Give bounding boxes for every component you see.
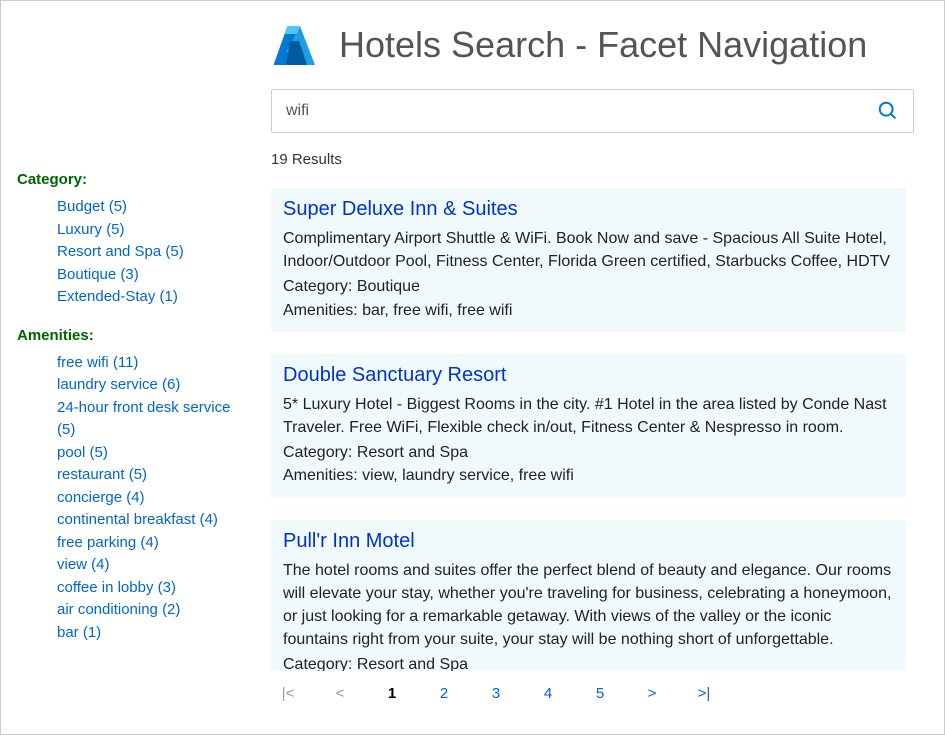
amenity-facet-item[interactable]: continental breakfast (4) <box>57 509 251 532</box>
amenity-facet-item[interactable]: pool (5) <box>57 442 251 465</box>
category-list: Budget (5)Luxury (5)Resort and Spa (5)Bo… <box>17 196 251 309</box>
amenity-facet-item[interactable]: view (4) <box>57 554 251 577</box>
page-number-button[interactable]: 4 <box>541 685 555 702</box>
page-first-button[interactable]: |< <box>281 685 295 702</box>
amenities-list: free wifi (11)laundry service (6)24-hour… <box>17 352 251 645</box>
azure-logo-icon <box>271 21 319 69</box>
amenity-facet-item[interactable]: coffee in lobby (3) <box>57 577 251 600</box>
search-box[interactable] <box>271 89 914 133</box>
result-category: Category: Resort and Spa <box>283 653 894 671</box>
amenity-facet-item[interactable]: free parking (4) <box>57 532 251 555</box>
result-card: Super Deluxe Inn & Suites Complimentary A… <box>271 188 906 332</box>
page-number-button[interactable]: 2 <box>437 685 451 702</box>
page-number-button[interactable]: 3 <box>489 685 503 702</box>
result-description: 5* Luxury Hotel - Biggest Rooms in the c… <box>283 393 894 439</box>
page-last-button[interactable]: >| <box>697 685 711 702</box>
page-title: Hotels Search - Facet Navigation <box>339 24 867 66</box>
amenity-facet-item[interactable]: concierge (4) <box>57 487 251 510</box>
category-facet-item[interactable]: Boutique (3) <box>57 264 251 287</box>
result-amenities: Amenities: view, laundry service, free w… <box>283 464 894 487</box>
amenity-facet-item[interactable]: laundry service (6) <box>57 374 251 397</box>
pagination: |< < 1 2 3 4 5 > >| <box>271 671 914 714</box>
amenity-facet-item[interactable]: restaurant (5) <box>57 464 251 487</box>
result-amenities: Amenities: bar, free wifi, free wifi <box>283 299 894 322</box>
amenity-facet-item[interactable]: free wifi (11) <box>57 352 251 375</box>
page-next-button[interactable]: > <box>645 685 659 702</box>
amenities-heading: Amenities: <box>17 327 251 344</box>
category-facet-item[interactable]: Luxury (5) <box>57 219 251 242</box>
results-list[interactable]: Super Deluxe Inn & Suites Complimentary A… <box>271 188 914 671</box>
result-card: Pull'r Inn Motel The hotel rooms and suit… <box>271 520 906 672</box>
results-count: 19 Results <box>271 151 914 168</box>
result-category: Category: Resort and Spa <box>283 441 894 464</box>
search-icon[interactable] <box>877 100 899 122</box>
amenity-facet-item[interactable]: bar (1) <box>57 622 251 645</box>
category-facet-item[interactable]: Budget (5) <box>57 196 251 219</box>
main-content: Hotels Search - Facet Navigation 19 Resu… <box>261 1 944 734</box>
result-title-link[interactable]: Super Deluxe Inn & Suites <box>283 198 894 221</box>
category-heading: Category: <box>17 171 251 188</box>
page-header: Hotels Search - Facet Navigation <box>271 21 914 69</box>
result-title-link[interactable]: Double Sanctuary Resort <box>283 364 894 387</box>
page-number-button[interactable]: 1 <box>385 685 399 702</box>
category-facet-item[interactable]: Extended-Stay (1) <box>57 286 251 309</box>
result-description: Complimentary Airport Shuttle & WiFi. Bo… <box>283 227 894 273</box>
result-title-link[interactable]: Pull'r Inn Motel <box>283 530 894 553</box>
facet-sidebar: Category: Budget (5)Luxury (5)Resort and… <box>1 1 261 734</box>
amenity-facet-item[interactable]: air conditioning (2) <box>57 599 251 622</box>
amenity-facet-item[interactable]: 24-hour front desk service (5) <box>57 397 251 442</box>
page-prev-button[interactable]: < <box>333 685 347 702</box>
page-number-button[interactable]: 5 <box>593 685 607 702</box>
result-card: Double Sanctuary Resort 5* Luxury Hotel -… <box>271 354 906 498</box>
result-category: Category: Boutique <box>283 275 894 298</box>
category-facet-item[interactable]: Resort and Spa (5) <box>57 241 251 264</box>
result-description: The hotel rooms and suites offer the per… <box>283 559 894 652</box>
search-input[interactable] <box>286 102 877 120</box>
